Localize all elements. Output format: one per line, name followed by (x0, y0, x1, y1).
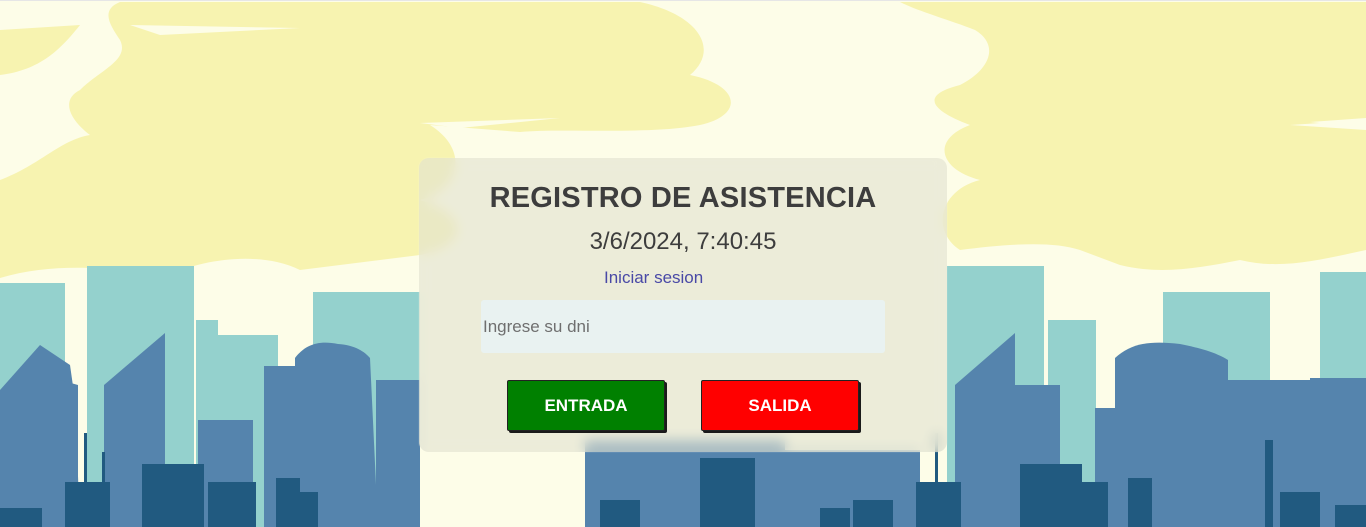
current-datetime: 3/6/2024, 7:40:45 (589, 228, 777, 255)
login-link[interactable]: Iniciar sesion (604, 268, 703, 288)
dni-input[interactable] (481, 300, 885, 353)
entrada-button[interactable]: ENTRADA (507, 380, 665, 431)
attendance-card: REGISTRO DE ASISTENCIA 3/6/2024, 7:40:45… (419, 158, 947, 452)
page-title: REGISTRO DE ASISTENCIA (489, 182, 877, 214)
salida-button[interactable]: SALIDA (701, 380, 859, 431)
